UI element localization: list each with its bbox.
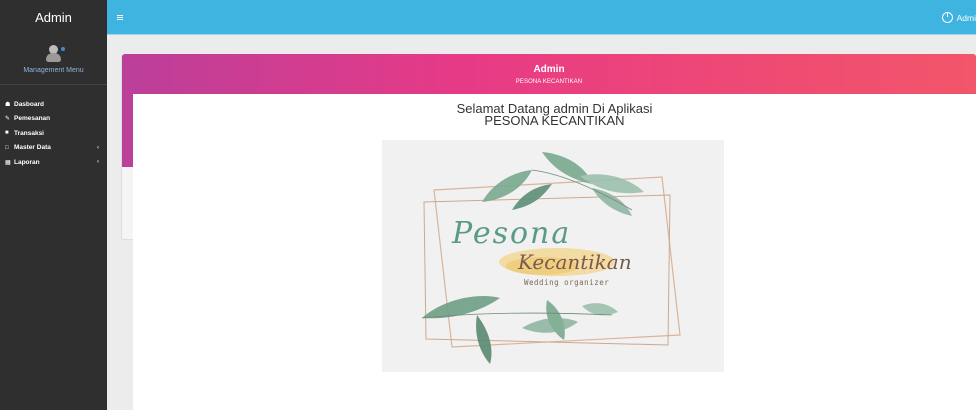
sidebar-item-label: Pemesanan	[14, 115, 51, 123]
chevron-left-icon: ‹	[97, 159, 99, 166]
sidebar-user-panel: Management Menu	[0, 35, 107, 85]
hero-subtitle: PESONA KECANTIKAN	[515, 79, 583, 85]
sidebar-item-label: Laporan	[14, 158, 40, 166]
pencil-icon: ✎	[5, 116, 11, 123]
company-logo: Pesona Kecantikan Wedding organizer	[382, 140, 724, 372]
power-icon	[941, 12, 953, 23]
sidebar-item-master-data[interactable]: □ Master Data ‹	[0, 141, 107, 156]
welcome-message: Selamat Datang admin Di Aplikasi PESONA …	[133, 102, 976, 128]
sidebar-item-pemesanan[interactable]: ✎ Pemesanan	[0, 112, 107, 127]
sidebar-item-transaksi[interactable]: ■ Transaksi	[0, 126, 107, 141]
logo-word-kecantikan: Kecantikan	[518, 250, 632, 274]
main-content: Admin PESONA KECANTIKAN Selamat Datang a…	[107, 36, 976, 410]
edit-icon: □	[5, 144, 9, 151]
sidebar-item-laporan[interactable]: ▦ Laporan ‹	[0, 155, 107, 170]
sidebar-item-dasboard[interactable]: ☗ Dasboard	[0, 97, 107, 112]
sidebar-item-label: Dasboard	[14, 100, 44, 108]
user-menu[interactable]: Admi	[941, 12, 976, 23]
logo-tagline: Wedding organizer	[524, 278, 610, 287]
home-icon: ☗	[5, 101, 11, 108]
sidebar: Admin Management Menu ☗ Dasboard ✎ Pemes…	[0, 0, 107, 410]
welcome-panel: Selamat Datang admin Di Aplikasi PESONA …	[133, 94, 976, 410]
chevron-left-icon: ‹	[97, 144, 99, 151]
sidebar-user-caption: Management Menu	[23, 67, 84, 74]
user-settings-icon	[45, 45, 66, 63]
sidebar-menu: ☗ Dasboard ✎ Pemesanan ■ Transaksi □ Mas…	[0, 97, 107, 170]
menu-toggle-icon[interactable]	[117, 15, 123, 20]
logo-word-pesona: Pesona	[452, 216, 572, 251]
hero-title: Admin	[533, 64, 565, 75]
top-navbar: Admi	[107, 0, 976, 35]
sidebar-item-label: Master Data	[14, 144, 51, 152]
user-menu-label: Admi	[956, 12, 976, 23]
sidebar-brand[interactable]: Admin	[0, 0, 107, 35]
calendar-icon: ▦	[5, 159, 11, 166]
sidebar-item-label: Transaksi	[14, 129, 44, 137]
welcome-line-2: PESONA KECANTIKAN	[484, 113, 625, 128]
document-icon: ■	[5, 130, 9, 137]
